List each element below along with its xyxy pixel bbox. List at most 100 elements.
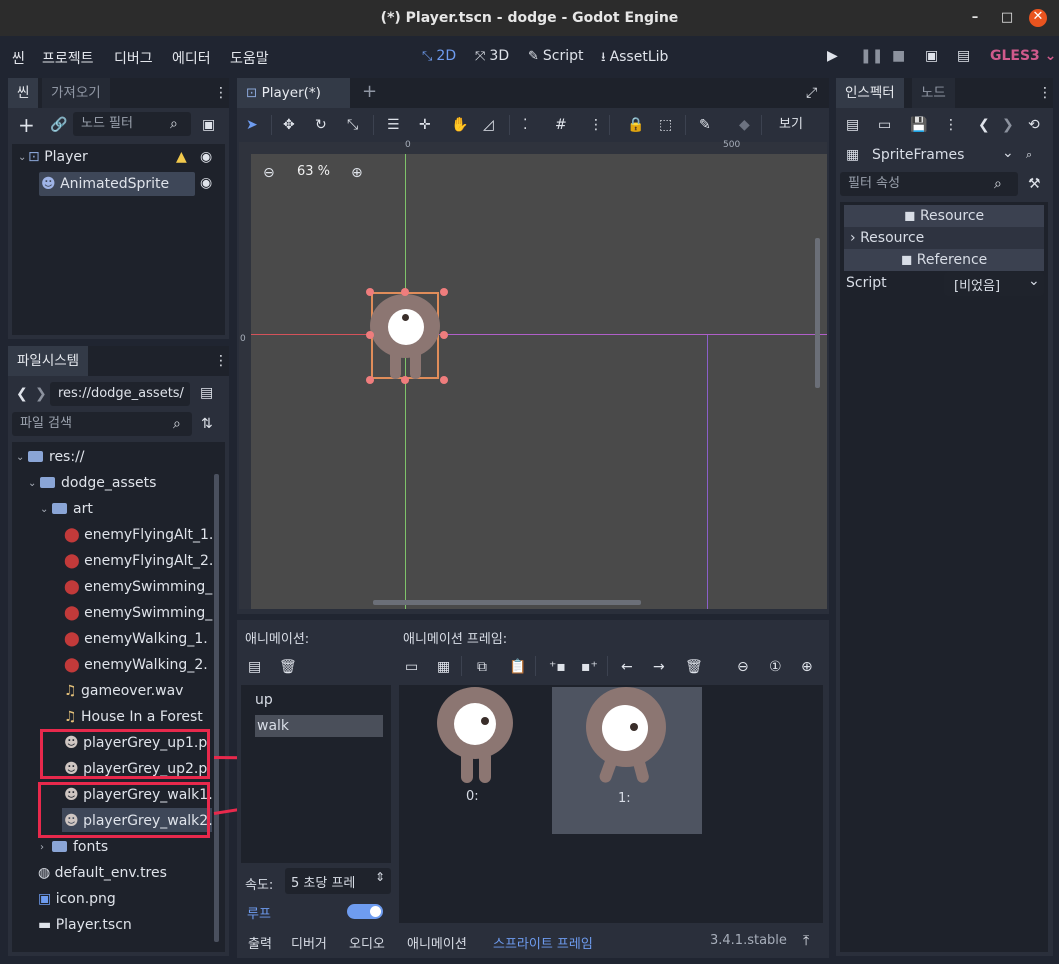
node-animatedsprite[interactable]: ☻ AnimatedSprite [41, 173, 169, 195]
zoom-out-icon[interactable]: ⊖ [263, 164, 275, 182]
zoom-in-icon[interactable]: ⊕ [351, 164, 363, 182]
file-item[interactable]: ⬤ enemyFlyingAlt_1. [64, 524, 213, 546]
script-property-value[interactable]: [비었음] ⌄ [944, 272, 1044, 296]
grid-snap-icon[interactable]: # [555, 116, 567, 134]
scrollbar-v[interactable] [815, 238, 820, 388]
workspace-2d-button[interactable]: ⤡ 2D [422, 48, 456, 64]
handle[interactable] [366, 288, 374, 296]
delete-frame-icon[interactable]: 🗑 [685, 658, 703, 676]
paste-icon[interactable]: 📋 [509, 658, 526, 676]
path-field[interactable]: res://dodge_assets/ [50, 382, 190, 406]
player-sprite[interactable] [370, 292, 440, 379]
menu-dots-icon[interactable]: ⋮ [944, 116, 958, 134]
stop-icon[interactable]: ■ [892, 48, 905, 64]
open-folder-icon[interactable]: ▭ [405, 658, 418, 676]
fullscreen-icon[interactable]: ⤢ [806, 84, 817, 102]
workspace-3d-button[interactable]: ⤧ 3D [475, 48, 509, 64]
lock-icon[interactable]: 🔒 [627, 116, 644, 134]
canvas-viewport[interactable]: 0 500 0 ⊖ 63 % ⊕ [239, 140, 827, 609]
handle[interactable] [366, 331, 374, 339]
subsection-resource[interactable]: › Resource [844, 227, 1044, 249]
new-animation-icon[interactable]: ▤ [248, 658, 261, 676]
tab-player-scene[interactable]: ⊡ Player(*) ✕ [237, 78, 350, 131]
visibility-eye-icon[interactable]: ◉ [200, 174, 212, 192]
file-search-input[interactable]: 파일 검색 [12, 412, 192, 436]
menu-project[interactable]: 프로젝트 [42, 48, 94, 68]
split-view-icon[interactable]: ▤ [200, 384, 213, 402]
list-select-icon[interactable]: ☰ [387, 116, 400, 134]
chevron-left-icon[interactable]: ❮ [978, 116, 990, 134]
insert-before-icon[interactable]: ⁺▪ [549, 658, 566, 676]
section-reference[interactable]: ◼ Reference [844, 249, 1044, 271]
camera-icon[interactable]: ◆ [739, 116, 750, 134]
menu-dots-icon[interactable]: ⋮ [214, 84, 228, 102]
zoom-in-icon[interactable]: ⊕ [801, 658, 813, 676]
chevron-down-icon[interactable]: ⌄ [16, 452, 24, 463]
animation-item-walk[interactable]: walk [257, 718, 289, 734]
file-item[interactable]: ⬤ enemyWalking_1. [64, 628, 208, 650]
move-tool-icon[interactable]: ✥ [283, 116, 295, 134]
snap-options-icon[interactable]: ⋮ [589, 116, 603, 134]
file-item[interactable]: ▬ Player.tscn [38, 914, 132, 936]
expand-panel-icon[interactable]: ⤒ [803, 932, 809, 950]
zoom-level[interactable]: 63 % [297, 164, 330, 179]
menu-dots-icon[interactable]: ⋮ [214, 352, 228, 370]
workspace-script-button[interactable]: ✎ Script [528, 48, 584, 64]
folder-dodge-assets[interactable]: dodge_assets [40, 472, 156, 494]
handle[interactable] [401, 288, 409, 296]
chevron-right-icon[interactable]: ❯ [1002, 116, 1014, 134]
section-resource[interactable]: ◼ Resource [844, 205, 1044, 227]
play-custom-icon[interactable]: ▤ [957, 48, 970, 64]
visibility-eye-icon[interactable]: ◉ [200, 148, 212, 166]
chevron-right-icon[interactable]: › [40, 842, 44, 853]
animation-item-up[interactable]: up [255, 692, 273, 708]
tab-spriteframes[interactable]: 스프라이트 프레임 [493, 933, 593, 952]
insert-after-icon[interactable]: ▪⁺ [581, 658, 598, 676]
property-filter-input[interactable]: 필터 속성 [840, 172, 1018, 196]
chevron-down-icon[interactable]: ⌄ [40, 504, 48, 515]
chevron-down-icon[interactable]: ⌄ [18, 152, 26, 163]
move-right-icon[interactable]: → [653, 658, 665, 676]
group-icon[interactable]: ⬚ [659, 116, 672, 134]
tab-debugger[interactable]: 디버거 [291, 933, 327, 952]
menu-debug[interactable]: 디버그 [114, 48, 153, 68]
handle[interactable] [440, 331, 448, 339]
tab-scene[interactable]: 씬 [8, 78, 39, 108]
loop-toggle[interactable] [347, 904, 383, 919]
file-item[interactable]: ⬤ enemyWalking_2. [64, 654, 208, 676]
zoom-reset-icon[interactable]: ① [769, 658, 782, 676]
file-item[interactable]: ♫ House In a Forest [64, 706, 203, 728]
rotate-tool-icon[interactable]: ↻ [315, 116, 327, 134]
scrollbar-h[interactable] [373, 600, 641, 605]
chevron-right-icon[interactable]: ❯ [35, 385, 47, 403]
file-item[interactable]: ⬤ enemySwimming_ [64, 602, 212, 624]
tab-animation[interactable]: 애니메이션 [407, 933, 467, 952]
resource-type-select[interactable]: ▦ SpriteFrames ⌄ [842, 144, 1014, 168]
select-tool-icon[interactable]: ➤ [246, 116, 258, 134]
menu-scene[interactable]: 씬 [12, 48, 25, 68]
add-node-icon[interactable]: + [18, 115, 35, 135]
delete-animation-icon[interactable]: 🗑 [279, 658, 297, 676]
file-item[interactable]: ♫ gameover.wav [64, 680, 183, 702]
menu-dots-icon[interactable]: ⋮ [1038, 84, 1052, 102]
history-icon[interactable]: ⟲ [1028, 116, 1040, 134]
tab-output[interactable]: 출력 [248, 933, 272, 952]
maximize-button[interactable]: □ [999, 10, 1015, 26]
tab-inspector[interactable]: 인스펙터 [836, 78, 904, 108]
save-icon[interactable]: 💾 [910, 116, 927, 134]
grid-import-icon[interactable]: ▦ [437, 658, 450, 676]
frame-1[interactable]: 1: [552, 687, 702, 834]
chevron-left-icon[interactable]: ❮ [16, 385, 28, 403]
renderer-select[interactable]: GLES3 ⌄ [990, 48, 1056, 64]
spinner-arrows-icon[interactable]: ⇕ [375, 870, 385, 884]
ruler-tool-icon[interactable]: ◿ [483, 116, 494, 134]
smart-snap-icon[interactable]: ⁚ [523, 116, 527, 134]
sort-icon[interactable]: ⇅ [201, 415, 213, 433]
copy-icon[interactable]: ⧉ [477, 658, 487, 676]
frame-0[interactable]: 0: [419, 685, 529, 835]
tab-node[interactable]: 노드 [912, 78, 955, 108]
speed-spinbox[interactable]: 5 초당 프레 ⇕ [285, 868, 391, 894]
tab-audio[interactable]: 오디오 [349, 933, 385, 952]
minimize-button[interactable]: – [967, 10, 983, 26]
file-item[interactable]: ⬤ enemyFlyingAlt_2. [64, 550, 213, 572]
